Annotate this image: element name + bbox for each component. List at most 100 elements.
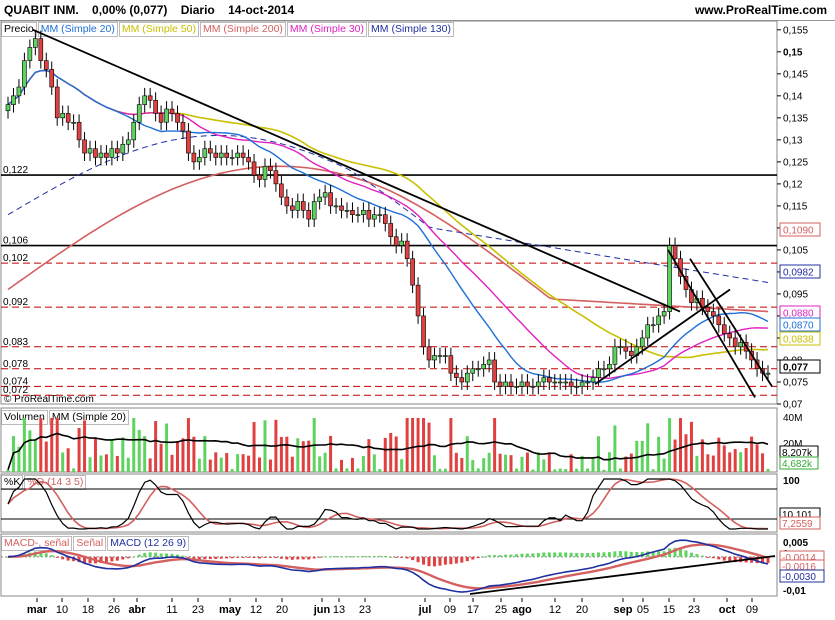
volume-bar: [400, 459, 404, 472]
volume-bar: [361, 456, 365, 472]
level-label: 0,072: [3, 385, 28, 396]
volume-bar: [50, 418, 54, 472]
candle-body: [22, 60, 27, 88]
macd-histogram-bar: [493, 555, 497, 557]
macd-histogram-bar: [679, 548, 683, 557]
candle-body: [11, 95, 16, 105]
candle-body: [410, 258, 415, 286]
volume-bar: [175, 441, 179, 472]
candle-body: [136, 104, 142, 123]
macd-histogram-bar: [143, 552, 147, 557]
candle-body: [421, 315, 426, 348]
volume-bar: [755, 444, 759, 472]
price-ytick-label: 0,075: [783, 377, 808, 388]
candle-body: [732, 337, 738, 348]
candle-body: [350, 209, 355, 216]
macd-histogram-bar: [350, 556, 354, 558]
candle-body: [503, 381, 508, 387]
macd-histogram-bar: [498, 555, 502, 557]
volume-bar: [296, 438, 300, 472]
volume-bar: [99, 455, 103, 472]
ma-value-label: 0,077: [783, 363, 808, 374]
volume-bar: [126, 457, 130, 472]
volume-bar: [241, 454, 245, 472]
macd-histogram-bar: [121, 556, 125, 560]
candle-body: [705, 306, 711, 312]
candle-body: [240, 152, 246, 158]
volume-bar: [438, 468, 442, 472]
candle-body: [175, 113, 180, 123]
macd-histogram-bar: [219, 556, 223, 559]
candle-body: [224, 152, 230, 158]
volume-bar: [733, 449, 737, 472]
candle-body: [372, 214, 377, 220]
volume-bar: [389, 432, 393, 472]
candle-body: [514, 386, 519, 388]
volume-bar: [575, 468, 579, 472]
macd-histogram-bar: [454, 556, 458, 564]
candle-body: [530, 386, 536, 388]
volume-bar: [422, 418, 426, 472]
volume-bar: [618, 468, 622, 472]
volume-bar: [471, 460, 475, 472]
macd-histogram-bar: [586, 553, 590, 557]
volume-bar: [668, 418, 672, 472]
x-tick-label: 09: [444, 604, 456, 616]
volume-bar: [268, 459, 272, 472]
candle-body: [399, 240, 404, 246]
macd-histogram-bar: [268, 556, 272, 558]
volume-bar: [165, 423, 169, 472]
volume-bar: [739, 452, 743, 472]
candle-body: [437, 355, 443, 357]
candle-body: [109, 148, 115, 158]
volume-bar: [247, 455, 251, 472]
volume-bar: [498, 453, 502, 472]
candle-body: [727, 333, 733, 339]
volume-bar: [531, 469, 535, 472]
candle-body: [333, 205, 339, 208]
candle-body: [235, 152, 240, 158]
x-tick-label: 23: [688, 604, 700, 616]
macd-trendline: [469, 555, 776, 595]
volume-bar: [728, 452, 732, 472]
x-tick-label: 15: [663, 604, 675, 616]
volume-bar: [83, 420, 87, 472]
volume-bar: [553, 469, 557, 472]
volume-bar: [711, 455, 715, 472]
ma-value-label: 0,0838: [783, 335, 814, 346]
candle-body: [339, 205, 344, 211]
candle-body: [629, 350, 634, 356]
candle-body: [279, 183, 284, 198]
volume-bar: [514, 468, 518, 472]
volume-bar: [493, 418, 497, 472]
x-tick-label: 20: [576, 604, 588, 616]
level-label: 0,106: [3, 236, 28, 247]
x-tick-label: oct: [719, 604, 736, 616]
macd-histogram-bar: [285, 556, 289, 560]
candle-body: [191, 152, 197, 163]
macd-histogram-bar: [520, 553, 524, 557]
candle-body: [525, 381, 530, 387]
price-ytick-label: 0,145: [783, 69, 808, 80]
volume-bar: [159, 443, 163, 472]
candle-body: [672, 245, 678, 260]
candle-body: [43, 60, 49, 70]
candle-body: [60, 113, 65, 119]
macd-histogram-bar: [208, 556, 212, 560]
volume-bar: [564, 469, 568, 472]
price-ytick-label: 0,07: [783, 400, 803, 411]
stock-chart[interactable]: 0,155 0,15 0,145 0,14 0,135 0,13 0,125 0,12 0,11…: [0, 0, 835, 620]
volume-bar: [597, 436, 601, 472]
macd-histogram-bar: [597, 552, 601, 557]
macd-histogram-bar: [318, 556, 322, 558]
candle-body: [382, 214, 388, 224]
volume-bar: [476, 468, 480, 472]
price-ytick-label: 0,155: [783, 25, 808, 36]
candle-body: [104, 152, 109, 158]
volume-bar: [225, 453, 229, 472]
macd-histogram-bar: [569, 552, 573, 557]
candle-body: [322, 192, 328, 198]
macd-histogram-bar: [525, 553, 529, 557]
candle-body: [459, 377, 465, 383]
macd-histogram-bar: [564, 552, 568, 557]
